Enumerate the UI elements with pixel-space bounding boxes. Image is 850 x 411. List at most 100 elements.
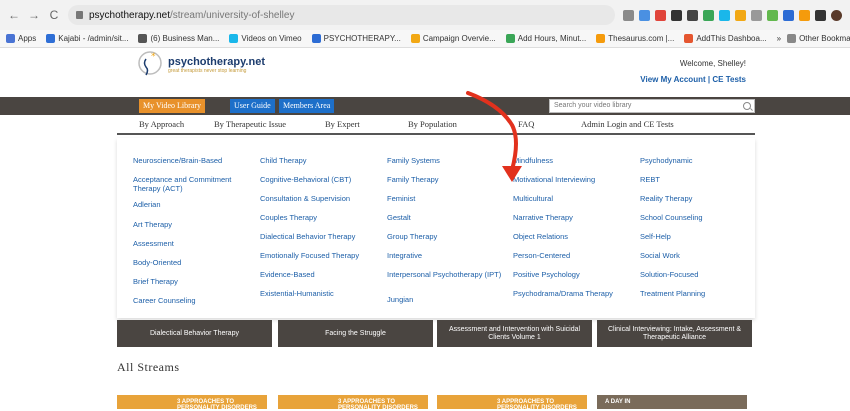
nav-by-approach[interactable]: By Approach (139, 119, 184, 129)
approach-link[interactable]: Group Therapy (387, 232, 505, 241)
members-area-button[interactable]: Members Area (279, 99, 335, 113)
logo-name: psychotherapy.net (168, 56, 265, 68)
approach-link[interactable]: Family Therapy (387, 175, 505, 184)
stream-thumbnail[interactable]: A DAY IN (597, 395, 747, 409)
approach-link[interactable]: Motivational Interviewing (513, 175, 631, 184)
approach-link[interactable]: Positive Psychology (513, 270, 631, 279)
my-account-link[interactable]: View My Account (640, 75, 705, 84)
approach-link[interactable]: Family Systems (387, 156, 505, 165)
approach-link[interactable]: Body-Oriented (133, 258, 251, 267)
approach-link[interactable]: Reality Therapy (640, 194, 758, 203)
approach-link[interactable]: Social Work (640, 251, 758, 260)
bookmarks-more-button[interactable]: » (777, 34, 781, 43)
bookmark-item[interactable]: PSYCHOTHERAPY... (311, 34, 401, 43)
extension-icon[interactable] (751, 9, 762, 21)
approach-link[interactable]: Integrative (387, 251, 505, 260)
approach-link[interactable]: Interpersonal Psychotherapy (IPT) (387, 270, 505, 279)
other-bookmarks[interactable]: Other Bookmarks (787, 34, 850, 43)
extension-icon[interactable] (783, 9, 794, 21)
approach-link[interactable]: Treatment Planning (640, 289, 758, 298)
approach-link[interactable]: School Counseling (640, 213, 758, 222)
approach-link[interactable]: Psychodynamic (640, 156, 758, 165)
approach-link[interactable]: Mindfulness (513, 156, 631, 165)
extension-icon[interactable] (767, 9, 778, 21)
ce-tests-link[interactable]: CE Tests (712, 75, 746, 84)
approach-link[interactable]: Existential-Humanistic (260, 289, 378, 298)
approach-link[interactable]: Couples Therapy (260, 213, 378, 222)
approach-link[interactable]: Acceptance and Commitment Therapy (ACT) (133, 175, 251, 193)
bookmark-item[interactable]: Campaign Overvie... (410, 34, 496, 43)
bookmark-icon (6, 34, 15, 43)
folder-icon (787, 34, 797, 43)
puzzle-icon[interactable] (815, 9, 826, 21)
all-streams-heading: All Streams (117, 360, 180, 374)
stream-thumbnail[interactable]: 3 APPROACHES TO PERSONALITY DISORDERS (278, 395, 428, 411)
nav-by-therapeutic-issue[interactable]: By Therapeutic Issue (214, 119, 286, 129)
approach-link[interactable]: Career Counseling (133, 296, 251, 305)
search-input[interactable]: Search your video library (549, 99, 755, 113)
approach-link[interactable]: Object Relations (513, 232, 631, 241)
bookmark-item[interactable]: Thesaurus.com |... (596, 34, 674, 43)
address-bar[interactable]: psychotherapy.net/stream/university-of-s… (68, 5, 615, 25)
video-tile[interactable]: Clinical Interviewing: Intake, Assessmen… (597, 320, 752, 347)
my-video-library-button[interactable]: My Video Library (139, 99, 206, 113)
url-host: psychotherapy.net (89, 9, 170, 21)
approach-link[interactable]: Person-Centered (513, 251, 631, 260)
stream-thumbnail[interactable]: 3 APPROACHES TO PERSONALITY DISORDERS (117, 395, 267, 411)
approach-link[interactable]: Emotionally Focused Therapy (260, 251, 378, 260)
approach-link[interactable]: Narrative Therapy (513, 213, 631, 222)
video-tile[interactable]: Facing the Struggle (278, 320, 433, 347)
approach-link[interactable]: Adlerian (133, 200, 251, 209)
approach-link[interactable]: Jungian (387, 295, 505, 304)
approach-link[interactable]: Neuroscience/Brain-Based (133, 156, 251, 165)
approach-link[interactable]: Consultation & Supervision (260, 194, 378, 203)
extension-icon[interactable] (735, 9, 746, 21)
back-button[interactable]: ← (8, 8, 20, 22)
site-logo[interactable]: * psychotherapy.net great therapists nev… (136, 50, 265, 80)
reload-button[interactable]: C (48, 8, 60, 22)
extensions (623, 9, 842, 21)
approach-link[interactable]: Psychodrama/Drama Therapy (513, 289, 631, 298)
nav-admin-login[interactable]: Admin Login and CE Tests (581, 119, 674, 129)
bookmark-item[interactable]: Add Hours, Minut... (505, 34, 586, 43)
approach-link[interactable]: Dialectical Behavior Therapy (260, 232, 378, 241)
star-icon[interactable] (623, 9, 634, 21)
approach-link[interactable]: Evidence-Based (260, 270, 378, 279)
bookmarks-right: » Other Bookmarks (777, 34, 850, 43)
bookmark-item[interactable]: Kajabi - /admin/sit... (46, 34, 128, 43)
search-icon[interactable] (743, 102, 751, 110)
bookmark-item[interactable]: AddThis Dashboa... (684, 34, 767, 43)
approach-link[interactable]: REBT (640, 175, 758, 184)
extension-icon[interactable] (719, 9, 730, 21)
nav-by-expert[interactable]: By Expert (325, 119, 360, 129)
approach-link[interactable]: Multicultural (513, 194, 631, 203)
bookmark-item[interactable]: Videos on Vimeo (229, 34, 302, 43)
approach-link[interactable]: Solution-Focused (640, 270, 758, 279)
extension-icon[interactable] (687, 9, 698, 21)
extension-icon[interactable] (799, 9, 810, 21)
pinterest-icon[interactable] (655, 9, 666, 21)
approach-link[interactable]: Gestalt (387, 213, 505, 222)
extension-icon[interactable] (639, 9, 650, 21)
approach-link[interactable]: Assessment (133, 239, 251, 248)
approach-link[interactable]: Self-Help (640, 232, 758, 241)
approach-link[interactable]: Feminist (387, 194, 505, 203)
account-links: View My Account | CE Tests (640, 75, 746, 84)
approach-link[interactable]: Brief Therapy (133, 277, 251, 286)
video-tile[interactable]: Assessment and Intervention with Suicida… (437, 320, 592, 347)
bookmark-item[interactable]: (6) Business Man... (138, 34, 219, 43)
approach-link[interactable]: Child Therapy (260, 156, 378, 165)
category-nav: By Approach By Therapeutic Issue By Expe… (117, 115, 755, 135)
extension-icon[interactable] (703, 9, 714, 21)
bookmark-item[interactable]: Apps (6, 34, 36, 43)
avatar[interactable] (831, 9, 842, 21)
stream-thumbnail[interactable]: 3 APPROACHES TO PERSONALITY DISORDERS (437, 395, 587, 411)
approach-link[interactable]: Art Therapy (133, 220, 251, 229)
extension-icon[interactable] (671, 9, 682, 21)
forward-button[interactable]: → (28, 8, 40, 22)
nav-faq[interactable]: FAQ (518, 119, 534, 129)
approach-link[interactable]: Cognitive-Behavioral (CBT) (260, 175, 378, 184)
video-tile[interactable]: Dialectical Behavior Therapy (117, 320, 272, 347)
nav-by-population[interactable]: By Population (408, 119, 457, 129)
user-guide-button[interactable]: User Guide (230, 99, 275, 113)
